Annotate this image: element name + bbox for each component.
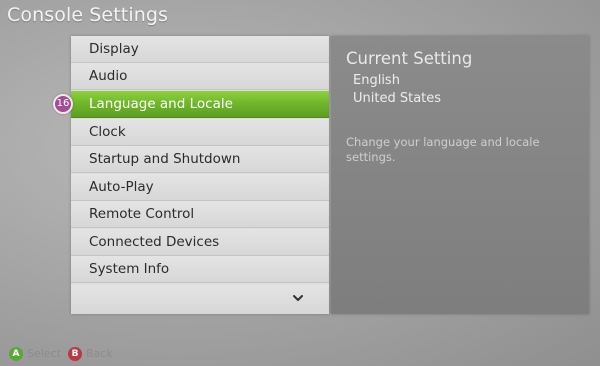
- info-panel: Current Setting English United States Ch…: [331, 36, 589, 314]
- select-hint-label: Select: [27, 347, 61, 360]
- chevron-down-icon[interactable]: [291, 291, 305, 305]
- b-button-icon: B: [68, 347, 82, 361]
- menu-scroll-area: [71, 285, 329, 314]
- a-button-icon: A: [9, 347, 23, 361]
- settings-menu: Display Audio Language and Locale Clock …: [71, 36, 329, 314]
- menu-item-language-and-locale[interactable]: Language and Locale: [71, 91, 329, 118]
- focus-badge: 16: [53, 94, 73, 114]
- panel-description: Change your language and locale settings…: [346, 135, 540, 164]
- current-language: English: [353, 73, 400, 88]
- menu-item-connected-devices[interactable]: Connected Devices: [71, 229, 329, 256]
- menu-item-display[interactable]: Display: [71, 36, 329, 63]
- back-hint-label: Back: [86, 347, 113, 360]
- panel-heading: Current Setting: [346, 49, 473, 68]
- menu-item-clock[interactable]: Clock: [71, 119, 329, 146]
- page-title: Console Settings: [7, 4, 168, 26]
- menu-item-audio[interactable]: Audio: [71, 63, 329, 90]
- back-hint[interactable]: B Back: [68, 346, 113, 362]
- menu-item-auto-play[interactable]: Auto-Play: [71, 174, 329, 201]
- menu-item-remote-control[interactable]: Remote Control: [71, 201, 329, 228]
- select-hint[interactable]: A Select: [9, 346, 61, 362]
- current-region: United States: [353, 91, 442, 106]
- menu-item-startup-and-shutdown[interactable]: Startup and Shutdown: [71, 146, 329, 173]
- menu-item-system-info[interactable]: System Info: [71, 256, 329, 283]
